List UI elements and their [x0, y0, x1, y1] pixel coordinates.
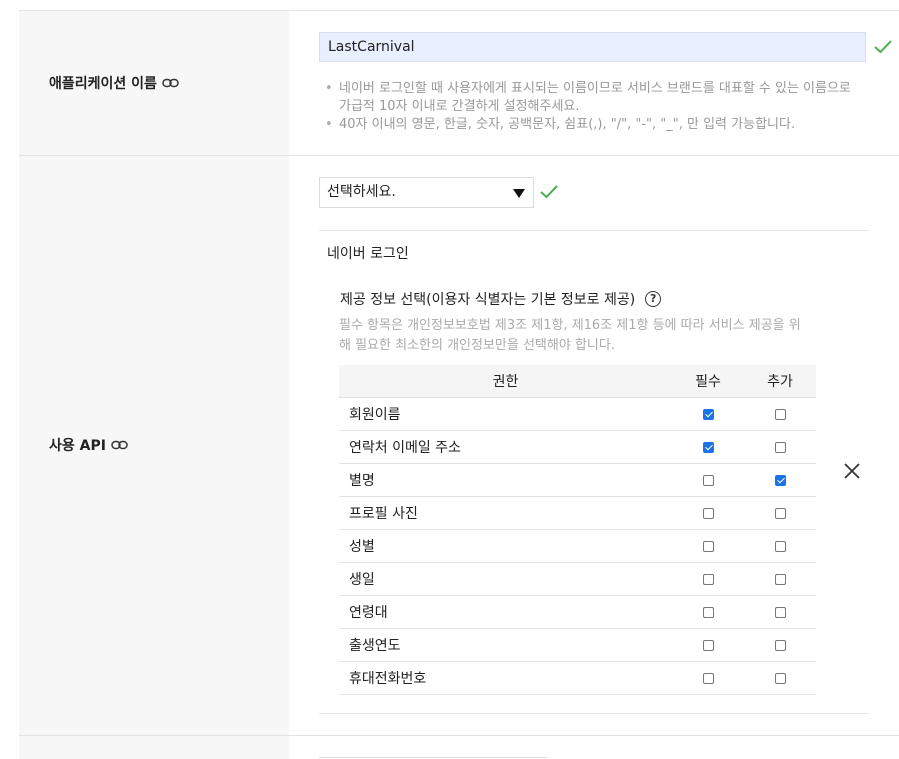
- required-cell: [672, 529, 744, 563]
- api-label: 사용 API: [49, 435, 128, 455]
- info-title: 제공 정보 선택(이용자 식별자는 기본 정보로 제공) ?: [340, 289, 662, 309]
- chevron-down-icon: [513, 189, 525, 198]
- required-checkbox[interactable]: [702, 573, 714, 585]
- table-row: 성별: [339, 529, 816, 563]
- table-row: 연락처 이메일 주소: [339, 430, 816, 464]
- additional-checkbox[interactable]: [774, 573, 786, 585]
- table-row: 별명: [339, 463, 816, 497]
- additional-checkbox[interactable]: [774, 540, 786, 552]
- additional-cell: [744, 562, 816, 596]
- label-cell-next: [19, 736, 289, 759]
- select-stub: [319, 757, 547, 758]
- required-cell: [672, 661, 744, 695]
- table-row: 회원이름: [339, 397, 816, 431]
- required-cell: [672, 595, 744, 629]
- additional-checkbox[interactable]: [774, 507, 786, 519]
- permission-table: 권한 필수 추가 회원이름 연락처 이메일 주소 별명 프로필 사진 성별 생일 연령대 출생…: [339, 365, 816, 695]
- permission-name: 출생연도: [339, 628, 672, 662]
- required-cell: [672, 496, 744, 530]
- app-name-notes: 네이버 로그인할 때 사용자에게 표시되는 이름이므로 서비스 브랜드를 대표할…: [323, 80, 863, 134]
- api-section-divider: [319, 230, 869, 231]
- required-checkbox[interactable]: [702, 639, 714, 651]
- api-name: 네이버 로그인: [327, 246, 409, 262]
- permission-table-body: 회원이름 연락처 이메일 주소 별명 프로필 사진 성별 생일 연령대 출생연도 휴대전화번호: [339, 397, 816, 695]
- table-row: 출생연도: [339, 628, 816, 662]
- app-name-label-text: 애플리케이션 이름: [49, 76, 157, 92]
- additional-cell: [744, 463, 816, 497]
- api-label-text: 사용 API: [49, 438, 106, 454]
- additional-cell: [744, 430, 816, 464]
- api-section-bottom-divider: [319, 713, 869, 714]
- permission-name: 연락처 이메일 주소: [339, 430, 672, 464]
- required-checkbox[interactable]: [702, 672, 714, 684]
- table-row: 생일: [339, 562, 816, 596]
- additional-checkbox[interactable]: [774, 474, 786, 486]
- required-checkbox[interactable]: [702, 474, 714, 486]
- additional-cell: [744, 496, 816, 530]
- table-row: 프로필 사진: [339, 496, 816, 530]
- header-required: 필수: [672, 365, 744, 398]
- link-icon[interactable]: [111, 440, 128, 450]
- required-cell: [672, 397, 744, 431]
- required-checkbox[interactable]: [702, 408, 714, 420]
- permission-name: 프로필 사진: [339, 496, 672, 530]
- required-cell: [672, 562, 744, 596]
- additional-checkbox[interactable]: [774, 441, 786, 453]
- note-item: 네이버 로그인할 때 사용자에게 표시되는 이름이므로 서비스 브랜드를 대표할…: [323, 80, 863, 116]
- permission-name: 휴대전화번호: [339, 661, 672, 695]
- additional-cell: [744, 397, 816, 431]
- additional-cell: [744, 628, 816, 662]
- table-row: 휴대전화번호: [339, 661, 816, 695]
- note-item: 40자 이내의 영문, 한글, 숫자, 공백문자, 쉼표(,), "/", "-…: [323, 116, 863, 134]
- table-row: 연령대: [339, 595, 816, 629]
- permission-name: 별명: [339, 463, 672, 497]
- additional-cell: [744, 661, 816, 695]
- permission-name: 성별: [339, 529, 672, 563]
- additional-checkbox[interactable]: [774, 639, 786, 651]
- api-select-value: 선택하세요.: [327, 184, 396, 200]
- info-description: 필수 항목은 개인정보보호법 제3조 제1항, 제16조 제1항 등에 따라 서…: [339, 318, 801, 353]
- help-icon[interactable]: ?: [645, 291, 662, 307]
- required-cell: [672, 463, 744, 497]
- check-icon: [540, 185, 558, 199]
- permission-name: 회원이름: [339, 397, 672, 431]
- header-additional: 추가: [744, 365, 816, 398]
- header-permission: 권한: [339, 365, 672, 398]
- permission-name: 연령대: [339, 595, 672, 629]
- app-name-label: 애플리케이션 이름: [49, 73, 179, 93]
- check-icon: [874, 40, 892, 54]
- required-checkbox[interactable]: [702, 441, 714, 453]
- additional-cell: [744, 595, 816, 629]
- link-icon[interactable]: [162, 78, 179, 88]
- table-header-row: 권한 필수 추가: [339, 365, 816, 398]
- required-checkbox[interactable]: [702, 540, 714, 552]
- additional-checkbox[interactable]: [774, 606, 786, 618]
- required-checkbox[interactable]: [702, 507, 714, 519]
- additional-checkbox[interactable]: [774, 672, 786, 684]
- required-checkbox[interactable]: [702, 606, 714, 618]
- additional-cell: [744, 529, 816, 563]
- info-title-text: 제공 정보 선택(이용자 식별자는 기본 정보로 제공): [340, 292, 636, 308]
- app-name-input[interactable]: LastCarnival: [319, 32, 866, 62]
- close-icon[interactable]: [843, 462, 861, 480]
- required-cell: [672, 628, 744, 662]
- permission-name: 생일: [339, 562, 672, 596]
- required-cell: [672, 430, 744, 464]
- api-select[interactable]: 선택하세요.: [319, 177, 534, 208]
- additional-checkbox[interactable]: [774, 408, 786, 420]
